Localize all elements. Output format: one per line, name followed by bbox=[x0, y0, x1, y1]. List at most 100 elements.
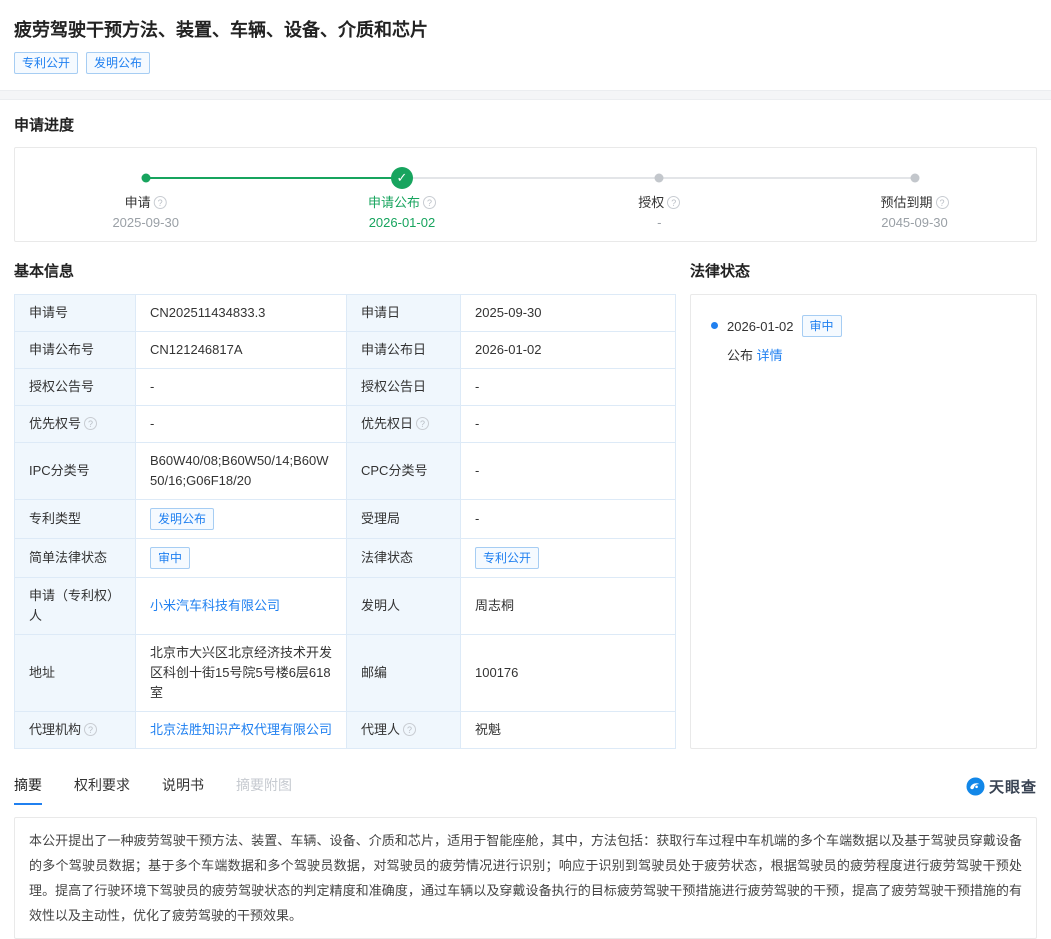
step-expiry-date: 2045-09-30 bbox=[880, 215, 948, 230]
legal-status-detail-link[interactable]: 详情 bbox=[757, 348, 783, 363]
help-icon[interactable]: ? bbox=[416, 417, 429, 430]
timeline-step-expiry: 预估到期? 2045-09-30 bbox=[880, 192, 948, 230]
field-label: 申请公布日 bbox=[347, 332, 461, 369]
step-filed-label: 申请 bbox=[125, 195, 151, 210]
table-row: 授权公告号 - 授权公告日 - bbox=[15, 369, 676, 406]
timeline-segment-done bbox=[146, 177, 402, 179]
legal-status-item: 2026-01-02 审中 公布 详情 bbox=[709, 315, 1018, 364]
legal-status-date: 2026-01-02 bbox=[727, 319, 794, 334]
legal-status-badge: 专利公开 bbox=[475, 547, 539, 569]
basic-info-heading: 基本信息 bbox=[14, 260, 675, 281]
legal-status-panel: 法律状态 2026-01-02 审中 公布 详情 bbox=[690, 260, 1037, 749]
field-value: 祝魁 bbox=[461, 712, 676, 749]
help-icon[interactable]: ? bbox=[84, 723, 97, 736]
table-row: 申请号 CN202511434833.3 申请日 2025-09-30 bbox=[15, 295, 676, 332]
abstract-section: 本公开提出了一种疲劳驾驶干预方法、装置、车辆、设备、介质和芯片，适用于智能座舱，… bbox=[0, 817, 1051, 939]
field-label: 优先权号 bbox=[29, 416, 81, 431]
patent-open-badge: 专利公开 bbox=[14, 52, 78, 74]
basic-info-table: 申请号 CN202511434833.3 申请日 2025-09-30 申请公布… bbox=[14, 294, 676, 749]
field-label: 发明人 bbox=[347, 578, 461, 635]
field-value: - bbox=[461, 443, 676, 500]
step-expiry-label: 预估到期 bbox=[880, 195, 932, 210]
page-title: 疲劳驾驶干预方法、装置、车辆、设备、介质和芯片 bbox=[14, 18, 1037, 42]
table-row: 专利类型 发明公布 受理局 - bbox=[15, 500, 676, 539]
timeline-node-granted bbox=[655, 174, 664, 183]
field-label: 代理机构 bbox=[29, 722, 81, 737]
field-value: 2026-01-02 bbox=[461, 332, 676, 369]
field-label: 申请（专利权）人 bbox=[15, 578, 136, 635]
table-row: 申请（专利权）人 小米汽车科技有限公司 发明人 周志桐 bbox=[15, 578, 676, 635]
help-icon[interactable]: ? bbox=[403, 723, 416, 736]
help-icon[interactable]: ? bbox=[154, 196, 167, 209]
page-header: 疲劳驾驶干预方法、装置、车辆、设备、介质和芯片 专利公开 发明公布 bbox=[0, 0, 1051, 74]
title-tag-row: 专利公开 发明公布 bbox=[14, 52, 1037, 74]
invention-publication-badge: 发明公布 bbox=[86, 52, 150, 74]
field-label: 授权公告日 bbox=[347, 369, 461, 406]
brand-name: 天眼查 bbox=[989, 776, 1037, 797]
applicant-link[interactable]: 小米汽车科技有限公司 bbox=[150, 598, 280, 613]
field-label: 专利类型 bbox=[15, 500, 136, 539]
progress-heading: 申请进度 bbox=[14, 114, 1037, 135]
tab-specification[interactable]: 说明书 bbox=[162, 775, 204, 805]
timeline-node-filed bbox=[141, 174, 150, 183]
field-label: 申请公布号 bbox=[15, 332, 136, 369]
field-value: - bbox=[461, 406, 676, 443]
simple-legal-status-badge: 审中 bbox=[150, 547, 190, 569]
field-label: 优先权日 bbox=[361, 416, 413, 431]
table-row: IPC分类号 B60W40/08;B60W50/14;B60W50/16;G06… bbox=[15, 443, 676, 500]
field-value: CN121246817A bbox=[136, 332, 347, 369]
field-label: 代理人 bbox=[361, 722, 400, 737]
field-label: CPC分类号 bbox=[347, 443, 461, 500]
legal-status-item-badge: 审中 bbox=[802, 315, 842, 337]
timeline-step-filed: 申请? 2025-09-30 bbox=[112, 192, 179, 230]
field-value: - bbox=[136, 406, 347, 443]
agency-link[interactable]: 北京法胜知识产权代理有限公司 bbox=[150, 722, 332, 737]
field-label: 简单法律状态 bbox=[15, 539, 136, 578]
document-tabs-bar: 摘要 权利要求 说明书 摘要附图 天眼查 bbox=[0, 775, 1051, 805]
legal-status-box: 2026-01-02 审中 公布 详情 bbox=[690, 294, 1037, 749]
bullet-icon bbox=[711, 322, 718, 329]
step-granted-label: 授权 bbox=[638, 195, 664, 210]
section-divider bbox=[0, 90, 1051, 100]
table-row: 简单法律状态 审中 法律状态 专利公开 bbox=[15, 539, 676, 578]
field-label: 地址 bbox=[15, 635, 136, 712]
application-progress-section: 申请进度 ✓ 申请? 2025-09-30 申请公布? 2026-01-02 授… bbox=[0, 114, 1051, 242]
tab-abstract[interactable]: 摘要 bbox=[14, 775, 42, 805]
tab-claims[interactable]: 权利要求 bbox=[74, 775, 130, 805]
patent-type-badge: 发明公布 bbox=[150, 508, 214, 530]
help-icon[interactable]: ? bbox=[423, 196, 436, 209]
step-published-label: 申请公布 bbox=[368, 195, 420, 210]
field-value-ipc: B60W40/08;B60W50/14;B60W50/16;G06F18/20 bbox=[136, 443, 347, 500]
help-icon[interactable]: ? bbox=[667, 196, 680, 209]
brand-watermark: 天眼查 bbox=[966, 776, 1037, 805]
step-filed-date: 2025-09-30 bbox=[112, 215, 179, 230]
help-icon[interactable]: ? bbox=[936, 196, 949, 209]
field-value: - bbox=[461, 500, 676, 539]
field-value: - bbox=[136, 369, 347, 406]
table-row: 代理机构? 北京法胜知识产权代理有限公司 代理人? 祝魁 bbox=[15, 712, 676, 749]
legal-status-heading: 法律状态 bbox=[690, 260, 1037, 281]
timeline-node-published-check-icon: ✓ bbox=[391, 167, 413, 189]
tianyancha-logo-icon bbox=[966, 777, 985, 796]
table-row: 申请公布号 CN121246817A 申请公布日 2026-01-02 bbox=[15, 332, 676, 369]
field-value: - bbox=[461, 369, 676, 406]
table-row: 优先权号? - 优先权日? - bbox=[15, 406, 676, 443]
field-label: 申请日 bbox=[347, 295, 461, 332]
step-published-date: 2026-01-02 bbox=[368, 215, 436, 230]
timeline-step-published: 申请公布? 2026-01-02 bbox=[368, 192, 436, 230]
timeline-step-granted: 授权? - bbox=[638, 192, 680, 230]
field-value: CN202511434833.3 bbox=[136, 295, 347, 332]
abstract-text: 本公开提出了一种疲劳驾驶干预方法、装置、车辆、设备、介质和芯片，适用于智能座舱，… bbox=[14, 817, 1037, 939]
field-value: 100176 bbox=[461, 635, 676, 712]
field-label: 邮编 bbox=[347, 635, 461, 712]
help-icon[interactable]: ? bbox=[84, 417, 97, 430]
field-label: 法律状态 bbox=[347, 539, 461, 578]
field-value-address: 北京市大兴区北京经济技术开发区科创十街15号院5号楼6层618室 bbox=[136, 635, 347, 712]
progress-timeline: ✓ 申请? 2025-09-30 申请公布? 2026-01-02 授权? - … bbox=[14, 147, 1037, 242]
tab-abstract-figure[interactable]: 摘要附图 bbox=[236, 775, 292, 805]
main-columns: 基本信息 申请号 CN202511434833.3 申请日 2025-09-30… bbox=[0, 260, 1051, 749]
legal-status-text: 公布 bbox=[727, 348, 753, 363]
field-value: 2025-09-30 bbox=[461, 295, 676, 332]
field-label: IPC分类号 bbox=[15, 443, 136, 500]
field-value: 周志桐 bbox=[461, 578, 676, 635]
